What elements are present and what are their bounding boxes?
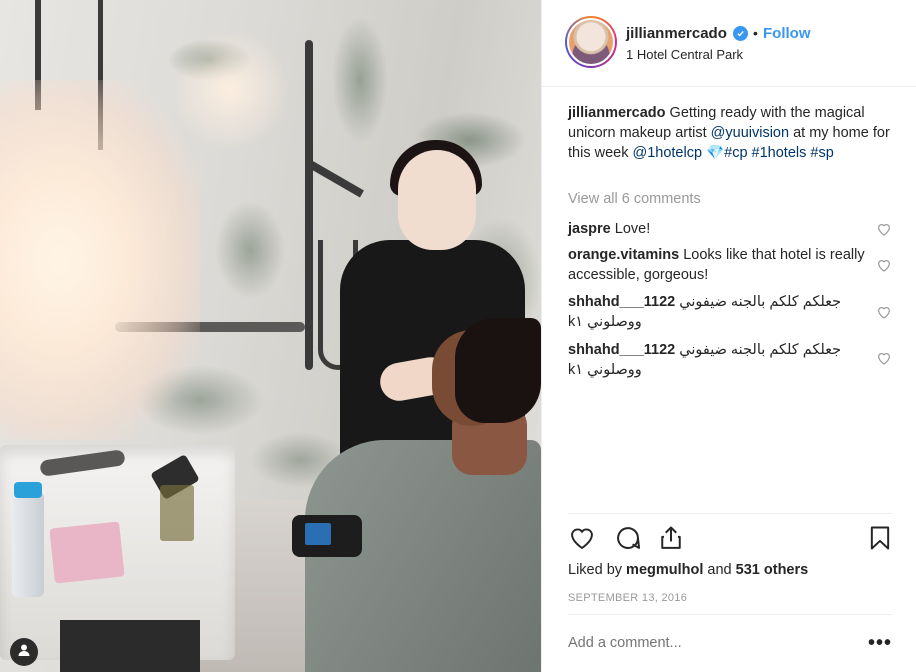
user-tag-button[interactable] — [10, 638, 38, 666]
bottle-cap — [14, 482, 42, 498]
gem-emoji: 💎 — [706, 145, 725, 161]
controller-screen — [305, 523, 331, 545]
caption-hashtag[interactable]: #sp — [810, 145, 833, 161]
follow-button[interactable]: Follow — [763, 25, 811, 42]
pink-box — [49, 521, 125, 584]
likes-and: and — [707, 562, 732, 578]
comment-item: jaspre Love! — [568, 219, 868, 239]
light-glow — [170, 30, 290, 150]
bookmark-icon — [870, 526, 890, 550]
comment-username[interactable]: orange.vitamins — [568, 247, 679, 263]
post-date[interactable]: SEPTEMBER 13, 2016 — [568, 592, 687, 604]
shower-pipe — [305, 40, 313, 370]
comment-like-heart-icon[interactable] — [876, 350, 892, 366]
comment-text: Love! — [614, 221, 651, 237]
avatar-image — [567, 18, 615, 66]
share-icon — [661, 526, 681, 549]
likes-others-link[interactable]: 531 others — [736, 562, 809, 578]
avatar[interactable] — [565, 16, 617, 68]
post-photo[interactable] — [0, 0, 541, 672]
caption-mention[interactable]: @1hotelcp — [632, 145, 702, 161]
verified-badge-icon — [733, 26, 748, 41]
comment-item: shhahd___1122 جعلكم كلكم بالجنه ضيفوني k… — [568, 340, 868, 380]
more-options-button[interactable]: ••• — [868, 632, 892, 654]
caption-hashtag[interactable]: #1hotels — [752, 145, 807, 161]
share-button[interactable] — [655, 522, 687, 554]
liker-username[interactable]: megmulhol — [626, 562, 703, 578]
likes-summary: Liked by megmulhol and 531 others — [568, 562, 808, 578]
comment-username[interactable]: shhahd___1122 — [568, 294, 675, 310]
comment-item: shhahd___1122 جعلكم كلكم بالجنه ضيفوني k… — [568, 292, 868, 332]
post-caption: jillianmercado Getting ready with the ma… — [568, 103, 898, 163]
add-comment-input[interactable] — [568, 635, 848, 651]
view-all-comments-link[interactable]: View all 6 comments — [568, 191, 701, 207]
comment-item: orange.vitamins Looks like that hotel is… — [568, 245, 868, 285]
post-sidebar: jillianmercado • Follow 1 Hotel Central … — [541, 0, 916, 672]
post-header: jillianmercado • Follow 1 Hotel Central … — [542, 0, 916, 87]
divider — [568, 614, 892, 615]
caption-username[interactable]: jillianmercado — [568, 105, 666, 121]
comment-like-heart-icon[interactable] — [876, 221, 892, 237]
caption-mention[interactable]: @yuuivision — [711, 125, 789, 141]
like-button[interactable] — [566, 522, 598, 554]
comment-like-heart-icon[interactable] — [876, 304, 892, 320]
woman-hair — [455, 318, 541, 423]
caption-hashtag[interactable]: #cp — [724, 145, 747, 161]
save-button[interactable] — [864, 522, 896, 554]
separator-dot: • — [753, 25, 758, 41]
heart-icon — [571, 528, 593, 550]
instagram-post: jillianmercado • Follow 1 Hotel Central … — [0, 0, 916, 672]
comment-icon — [617, 527, 641, 549]
artist-face — [398, 150, 476, 250]
location-link[interactable]: 1 Hotel Central Park — [626, 47, 743, 62]
dark-object — [60, 620, 200, 672]
comment-like-heart-icon[interactable] — [876, 257, 892, 273]
bottle — [12, 492, 44, 597]
comment-username[interactable]: shhahd___1122 — [568, 342, 675, 358]
author-username[interactable]: jillianmercado — [626, 25, 727, 42]
comment-username[interactable]: jaspre — [568, 221, 611, 237]
likes-prefix: Liked by — [568, 562, 623, 578]
glass — [160, 485, 194, 541]
divider — [568, 513, 892, 514]
user-tag-icon — [17, 643, 31, 662]
comment-button[interactable] — [612, 522, 644, 554]
